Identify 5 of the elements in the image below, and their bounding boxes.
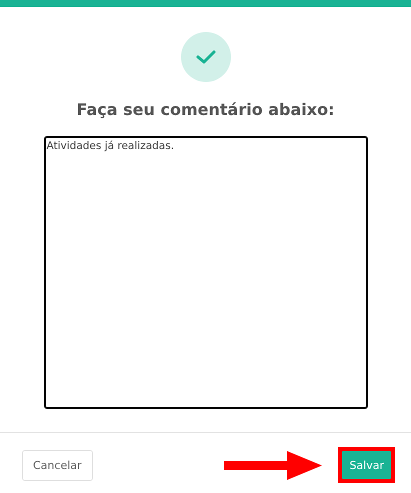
- cancel-button[interactable]: Cancelar: [22, 450, 93, 480]
- arrow-icon: [224, 450, 322, 480]
- dialog-title: Faça seu comentário abaixo:: [76, 100, 334, 119]
- check-icon: [180, 32, 230, 82]
- comment-field[interactable]: Atividades já realizadas.: [44, 136, 368, 409]
